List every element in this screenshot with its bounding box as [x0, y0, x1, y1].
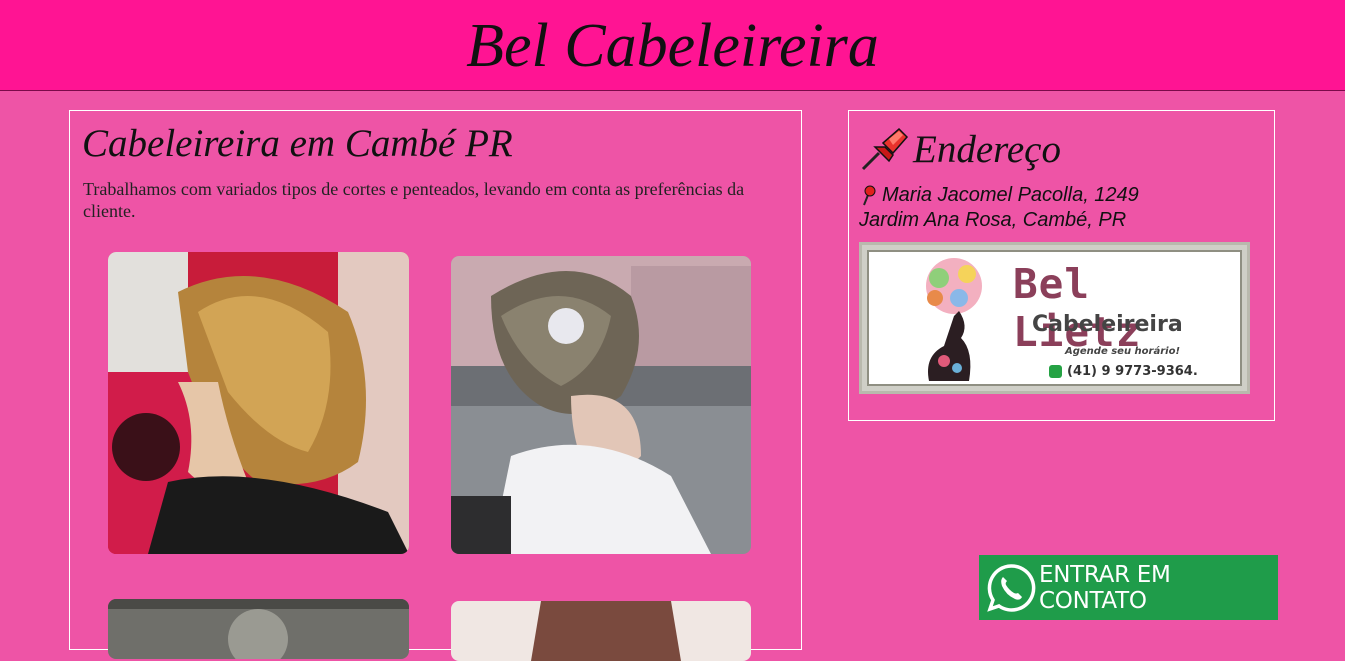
logo-phone-row: (41) 9 9773-9364. [1049, 364, 1198, 379]
services-panel: Cabeleireira em Cambé PR Trabalhamos com… [69, 110, 802, 661]
address-heading: Endereço [913, 127, 1061, 171]
address-heading-row: Endereço [859, 125, 1061, 173]
contact-whatsapp-button[interactable]: ENTRAR EM CONTATO [979, 555, 1278, 620]
address-city: Jardim Ana Rosa, Cambé, PR [859, 209, 1127, 231]
gallery-photo-3[interactable] [108, 599, 409, 659]
round-pushpin-icon [859, 185, 877, 207]
whatsapp-icon [1049, 365, 1062, 378]
address-panel: Endereço Maria Jacomel Pacolla, 1249 Jar… [848, 110, 1275, 421]
logo-brand-name: Bel Lietz [1013, 260, 1142, 356]
address-street: Maria Jacomel Pacolla, 1249 [882, 184, 1139, 206]
contact-button-label: ENTRAR EM CONTATO [1039, 561, 1171, 614]
pushpin-icon [859, 125, 911, 173]
address-line-1: Maria Jacomel Pacolla, 1249 [859, 183, 1139, 208]
floral-silhouette-icon [926, 258, 982, 381]
logo-schedule-text: Agende seu horário! [1065, 346, 1181, 357]
gallery-photo-bob[interactable] [108, 252, 409, 554]
site-title: Bel Cabeleireira [466, 12, 879, 80]
salon-logo-card: Bel Lietz Cabeleireira Agende seu horári… [859, 242, 1250, 394]
gallery-photo-4[interactable] [451, 601, 751, 661]
services-heading: Cabeleireira em Cambé PR [82, 122, 513, 165]
logo-phone: (41) 9 9773-9364. [1067, 364, 1198, 379]
whatsapp-icon [985, 562, 1037, 614]
address-block: Maria Jacomel Pacolla, 1249 Jardim Ana R… [859, 183, 1139, 233]
logo-subtitle: Cabeleireira [1032, 312, 1183, 337]
logo-frame: Bel Lietz Cabeleireira Agende seu horári… [867, 250, 1242, 386]
site-header: Bel Cabeleireira [0, 0, 1345, 91]
services-description: Trabalhamos com variados tipos de cortes… [83, 179, 745, 221]
gallery-photo-bridal[interactable] [451, 256, 751, 554]
